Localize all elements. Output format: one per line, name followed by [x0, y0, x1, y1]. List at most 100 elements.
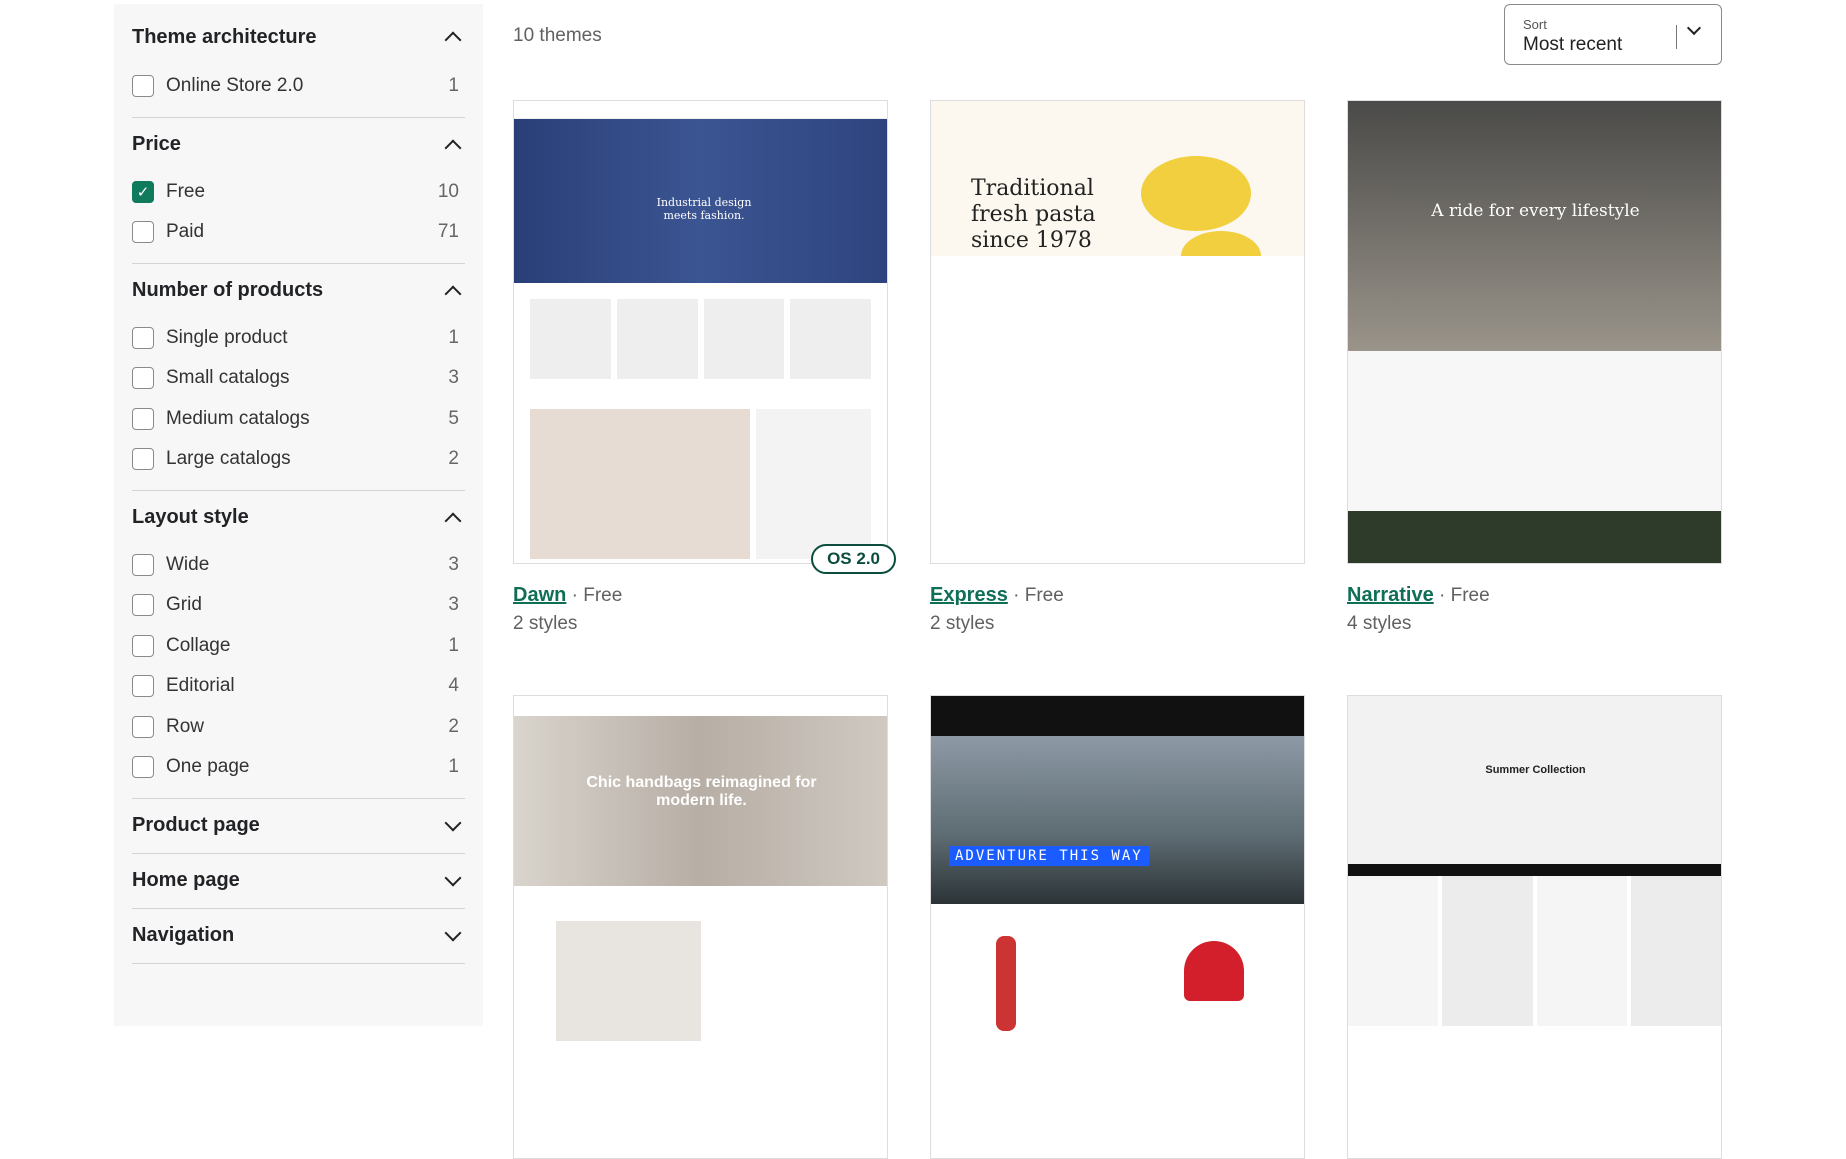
filter-option-count: 3: [448, 367, 459, 389]
theme-card-express[interactable]: Traditional fresh pasta since 1978 Expre…: [930, 100, 1305, 635]
checkbox[interactable]: [132, 326, 154, 349]
theme-link[interactable]: Narrative: [1347, 584, 1434, 606]
hero-text: Industrial design meets fashion.: [656, 196, 752, 222]
filter-option-count: 2: [448, 448, 459, 470]
filter-option-count: 1: [448, 326, 459, 348]
theme-price: Free: [1450, 585, 1490, 606]
theme-preview[interactable]: A ride for every lifestyle: [1347, 100, 1722, 564]
checkbox[interactable]: [132, 448, 154, 471]
filter-option[interactable]: Online Store 2.0 1: [132, 66, 465, 107]
theme-meta: Narrative · Free 4 styles: [1347, 584, 1722, 635]
filter-group-header[interactable]: Home page: [132, 854, 465, 908]
chevron-down-icon[interactable]: [444, 869, 462, 886]
theme-link[interactable]: Express: [930, 584, 1008, 606]
theme-card-dawn[interactable]: Industrial design meets fashion. OS 2.0 …: [513, 100, 896, 635]
filter-option[interactable]: Grid 3: [132, 585, 465, 626]
checkbox[interactable]: [132, 75, 154, 98]
hero-text: ADVENTURE THIS WAY: [949, 846, 1149, 866]
filter-option-label: One page: [166, 756, 250, 778]
theme-preview[interactable]: Traditional fresh pasta since 1978: [930, 100, 1305, 564]
chevron-up-icon[interactable]: [444, 285, 462, 302]
filter-sidebar: Theme architecture Online Store 2.0 1 Price…: [114, 4, 483, 1026]
filter-group-title: Home page: [132, 869, 240, 891]
filter-group: Number of products Single product 1 Small c…: [132, 264, 465, 491]
hero-text: Traditional fresh pasta since 1978: [971, 176, 1096, 253]
filter-group-header[interactable]: Layout style: [132, 491, 465, 545]
filter-group-header[interactable]: Price: [132, 118, 465, 172]
filter-option[interactable]: Paid 71: [132, 212, 465, 253]
checkbox[interactable]: [132, 594, 154, 617]
filter-option-count: 4: [448, 675, 459, 697]
filter-option-label: Grid: [166, 594, 202, 616]
filter-option[interactable]: Editorial 4: [132, 666, 465, 707]
filter-option-label: Row: [166, 715, 205, 737]
filter-option[interactable]: Row 2: [132, 707, 465, 748]
filter-option-label: Online Store 2.0: [166, 75, 304, 97]
theme-price: Free: [1024, 585, 1064, 606]
filter-option[interactable]: Single product 1: [132, 318, 465, 359]
filter-option[interactable]: Medium catalogs 5: [132, 399, 465, 440]
filter-option[interactable]: Collage 1: [132, 626, 465, 667]
checkbox[interactable]: [132, 675, 154, 698]
checkbox[interactable]: [132, 221, 154, 244]
filter-option-count: 5: [448, 407, 459, 429]
filter-option-label: Collage: [166, 634, 231, 656]
filter-group-header[interactable]: Theme architecture: [132, 4, 465, 66]
filter-group-title: Number of products: [132, 279, 324, 301]
filter-option-count: 10: [437, 180, 459, 202]
chevron-up-icon[interactable]: [444, 139, 462, 156]
filter-group-title: Theme architecture: [132, 25, 317, 48]
theme-price: Free: [583, 585, 623, 606]
sort-dropdown[interactable]: Sort Most recent: [1504, 4, 1722, 65]
theme-card[interactable]: ADVENTURE THIS WAY: [930, 695, 1305, 1159]
filter-option[interactable]: Wide 3: [132, 545, 465, 586]
filter-option-count: 2: [448, 715, 459, 737]
theme-link[interactable]: Dawn: [513, 584, 566, 606]
checkbox[interactable]: [132, 367, 154, 390]
checkbox[interactable]: ✓: [132, 180, 154, 203]
theme-meta: Express · Free 2 styles: [930, 584, 1305, 635]
theme-preview[interactable]: Summer Collection: [1347, 695, 1722, 1159]
theme-card[interactable]: Chic handbags reimagined for modern life…: [513, 695, 888, 1159]
filter-option-count: 3: [448, 553, 459, 575]
filter-option-label: Small catalogs: [166, 367, 290, 389]
filter-option[interactable]: Large catalogs 2: [132, 439, 465, 480]
filter-option-count: 1: [448, 75, 459, 97]
filter-option-label: Single product: [166, 326, 288, 348]
checkbox[interactable]: [132, 756, 154, 779]
filter-option-label: Free: [166, 180, 206, 202]
filter-group-title: Layout style: [132, 506, 249, 528]
theme-styles: 2 styles: [513, 613, 578, 634]
filter-option[interactable]: Small catalogs 3: [132, 358, 465, 399]
theme-preview[interactable]: ADVENTURE THIS WAY: [930, 695, 1305, 1159]
hero-text: Summer Collection: [1485, 764, 1586, 776]
filter-group-header[interactable]: Navigation: [132, 909, 465, 963]
filter-group: Price ✓ Free 10 Paid 71: [132, 118, 465, 264]
theme-preview[interactable]: Chic handbags reimagined for modern life…: [513, 695, 888, 1159]
theme-styles: 2 styles: [930, 613, 995, 634]
chevron-up-icon[interactable]: [444, 512, 462, 529]
filter-group: Navigation: [132, 909, 465, 964]
chevron-down-icon[interactable]: [444, 924, 462, 941]
checkbox[interactable]: [132, 715, 154, 738]
filter-group: Product page: [132, 799, 465, 854]
filter-option-count: 3: [448, 594, 459, 616]
filter-group-header[interactable]: Product page: [132, 799, 465, 853]
theme-preview[interactable]: Industrial design meets fashion.: [513, 100, 888, 564]
filter-option[interactable]: One page 1: [132, 747, 465, 788]
filter-group: Layout style Wide 3 Grid 3 Collage 1 Editorial 4…: [132, 491, 465, 799]
filter-group-title: Price: [132, 133, 181, 155]
filter-group-header[interactable]: Number of products: [132, 264, 465, 318]
divider: [1676, 25, 1677, 49]
hero-text: A ride for every lifestyle: [1431, 201, 1640, 221]
checkbox[interactable]: [132, 634, 154, 657]
chevron-down-icon[interactable]: [444, 814, 462, 831]
filter-group: Theme architecture Online Store 2.0 1: [132, 4, 465, 118]
theme-card-narrative[interactable]: A ride for every lifestyle Narrative · F…: [1347, 100, 1722, 635]
chevron-up-icon[interactable]: [444, 31, 462, 49]
theme-card[interactable]: Summer Collection: [1347, 695, 1722, 1159]
checkbox[interactable]: [132, 553, 154, 576]
filter-option[interactable]: ✓ Free 10: [132, 172, 465, 213]
checkbox[interactable]: [132, 407, 154, 430]
theme-meta: Dawn · Free 2 styles: [513, 584, 888, 635]
